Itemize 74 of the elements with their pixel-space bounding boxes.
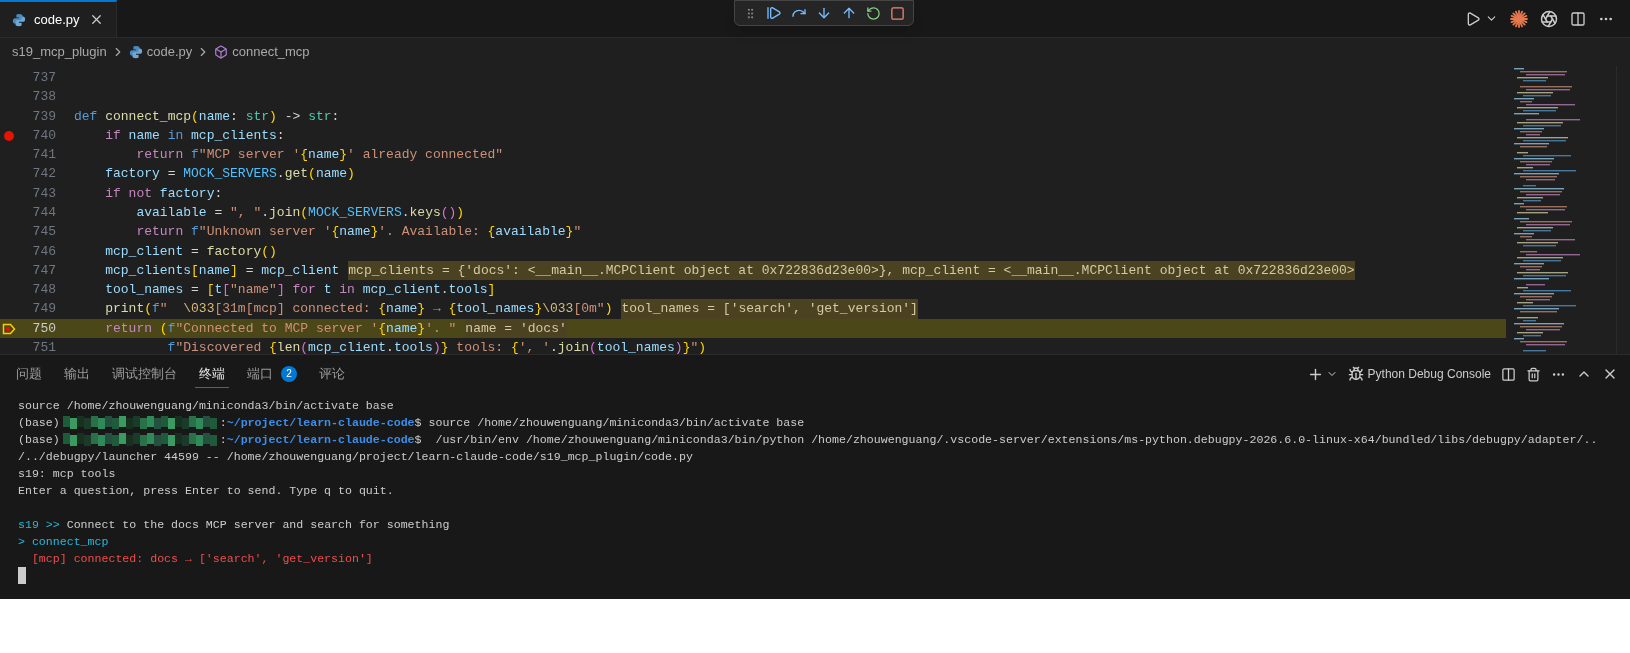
panel-tab[interactable]: 问题: [12, 359, 46, 389]
terminal-line: s19: mcp tools: [18, 467, 116, 480]
line-number: 751: [31, 339, 56, 358]
user-query: Connect to the docs MCP server and search for something: [65, 517, 450, 533]
path-separator: :: [219, 415, 227, 431]
line-number: 744: [31, 204, 56, 222]
code-line: def connect_mcp(name: str) -> str:: [74, 107, 340, 126]
panel-tab[interactable]: 输出: [60, 359, 94, 389]
run-icon[interactable]: [1465, 10, 1481, 27]
breadcrumb-item[interactable]: s19_mcp_plugin: [12, 42, 107, 62]
line-number: 750: [31, 319, 56, 338]
python-icon: [12, 12, 26, 27]
inline-value: name = 'docs': [465, 318, 567, 339]
python-icon: [128, 45, 143, 59]
line-number: 738: [31, 88, 56, 107]
trash-icon[interactable]: [1526, 366, 1541, 382]
line-number: 746: [31, 242, 56, 261]
continue-icon[interactable]: [765, 5, 782, 21]
inline-value: tool_names = ['search', 'get_version']: [621, 299, 918, 319]
line-number: 737: [31, 68, 56, 87]
code-line: f"Discovered {len(mcp_client.tools)} tools: {', '.join(tool_names)}"): [166, 339, 707, 358]
editor-tab[interactable]: code.py: [0, 0, 117, 37]
repl-prompt: s19 >>: [18, 517, 60, 533]
code-line: factory = MOCK_SERVERS.get(name): [104, 165, 355, 184]
code-line: return f"Unknown server '{name}'. Available: {available}": [135, 223, 582, 242]
panel-tab[interactable]: 评论: [315, 359, 349, 389]
terminal-line: Enter a question, press Enter to send. Type q to quit.: [18, 484, 394, 497]
prompt-path: ~/project/learn-claude-code: [226, 432, 415, 448]
line-number: 747: [31, 261, 56, 280]
terminal-command: $ source /home/zhouwenguang/miniconda3/bin/activate base: [414, 415, 805, 431]
code-line: if name in mcp_clients:: [104, 126, 285, 145]
terminal-line: /../debugpy/launcher 44599 -- /home/zhouwenguang/project/learn-claude-code/s19_mcp_plugin/code.py: [18, 450, 693, 463]
mcp-log: [mcp] connected: docs → ['search', 'get_version']: [30, 552, 373, 565]
count-badge: 2: [281, 365, 297, 382]
terminal-line: source /home/zhouwenguang/miniconda3/bin/activate base: [18, 399, 394, 412]
code-line: available = ", ".join(MOCK_SERVERS.keys()): [135, 204, 465, 222]
breadcrumb-item[interactable]: code.py: [146, 42, 193, 62]
env-prefix: (base): [18, 415, 60, 431]
code-line: return f"MCP server '{name}' already connected": [135, 146, 504, 165]
inline-value: mcp_clients = {'docs': <__main__.MCPClient object at 0x722836d23e00>}, mcp_client = <__main__.MCPClient object at 0x722836d23e00>: [348, 260, 1355, 281]
split-editor-icon[interactable]: [1570, 10, 1586, 27]
panel-tab[interactable]: 调试控制台: [108, 359, 181, 389]
line-number: 741: [31, 146, 56, 165]
line-number: 748: [31, 281, 56, 300]
code-line: mcp_client = factory(): [104, 242, 277, 261]
terminal-command: $ /usr/bin/env /home/zhouwenguang/miniconda3/bin/python /home/zhouwenguang/.vscode-server/extensions/ms-python.debugpy-2026.6.0-linux-x64/bundled/libs/debugpy/adapter/..: [414, 432, 1598, 448]
line-number: 743: [31, 184, 56, 203]
code-line: if not factory:: [104, 184, 223, 203]
cube-icon: [214, 45, 229, 59]
code-line: print(f" \033[31m[mcp] connected: {name} → {tool_names}\033[0m"): [104, 300, 613, 319]
panel-tab[interactable]: 终端: [195, 359, 229, 389]
code-line: mcp_clients[name] = mcp_client: [104, 261, 340, 280]
path-separator: :: [219, 432, 227, 448]
bug-icon: [1347, 366, 1364, 382]
breadcrumb-item[interactable]: connect_mcp: [232, 42, 310, 62]
line-number: 739: [31, 107, 56, 126]
line-number: 742: [31, 165, 56, 184]
line-number: 749: [31, 300, 56, 319]
line-number: 745: [31, 223, 56, 242]
aperture-icon[interactable]: [1540, 9, 1558, 28]
split-terminal-icon[interactable]: [1501, 366, 1516, 382]
line-number: 740: [31, 126, 56, 145]
terminal-cursor: [18, 567, 26, 584]
env-prefix: (base): [18, 432, 60, 448]
restart-icon[interactable]: [865, 5, 881, 21]
close-icon[interactable]: [89, 12, 104, 27]
prompt-path: ~/project/learn-claude-code: [226, 415, 415, 431]
starburst-icon[interactable]: [1510, 9, 1528, 28]
terminal-selector[interactable]: Python Debug Console: [1347, 365, 1491, 383]
tool-call: > connect_mcp: [18, 535, 109, 548]
panel-tab[interactable]: 端口 2: [243, 359, 301, 389]
stop-icon[interactable]: [889, 5, 905, 21]
code-line: tool_names = [t["name"] for t in mcp_client.tools]: [104, 281, 496, 300]
code-line: return (f"Connected to MCP server '{name}'. ": [104, 319, 457, 338]
